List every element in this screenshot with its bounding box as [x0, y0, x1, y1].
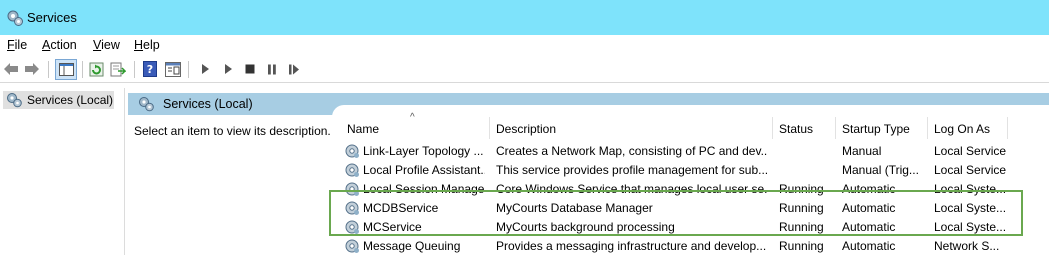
service-startup-type: Manual (Trig... [842, 163, 919, 177]
toolbar-separator [134, 61, 135, 78]
menu-view[interactable]: View [93, 38, 120, 52]
service-gear-icon [345, 182, 359, 196]
properties-icon[interactable] [164, 60, 182, 78]
title-bar: Services [0, 0, 1049, 35]
service-name: MCDBService [363, 201, 439, 215]
service-name: Link-Layer Topology ... [363, 144, 484, 158]
service-description: MyCourts Database Manager [496, 201, 653, 215]
service-log-on-as: Local Service [934, 163, 1007, 177]
service-log-on-as: Local Syste... [934, 182, 1007, 196]
service-name: MCService [363, 220, 422, 234]
refresh-icon[interactable] [87, 60, 105, 78]
menu-bar: File Action View Help [0, 35, 1049, 57]
column-header-log-on-as[interactable]: Log On As [934, 122, 990, 136]
help-icon[interactable]: ? [141, 60, 159, 78]
service-startup-type: Automatic [842, 220, 896, 234]
service-status: Running [779, 220, 824, 234]
column-header-name[interactable]: Name [347, 122, 379, 136]
service-status: Running [779, 239, 824, 253]
service-log-on-as: Network S... [934, 239, 1000, 253]
service-row[interactable]: MCDBService MyCourts Database Manager Ru… [340, 199, 1040, 218]
tree-item-label: Services (Local) [27, 93, 114, 107]
services-gear-icon [7, 93, 22, 108]
column-divider[interactable] [835, 117, 836, 139]
pause-service-icon[interactable] [263, 60, 281, 78]
toolbar-separator [82, 61, 83, 78]
service-log-on-as: Local Syste... [934, 201, 1007, 215]
toolbar-separator [48, 61, 49, 78]
service-description: Core Windows Service that manages local … [496, 182, 768, 196]
service-status: Running [779, 201, 824, 215]
description-hint: Select an item to view its description. [134, 124, 331, 138]
service-description: MyCourts background processing [496, 220, 675, 234]
column-divider[interactable] [927, 117, 928, 139]
service-row[interactable]: Link-Layer Topology ... Creates a Networ… [340, 142, 1040, 161]
service-startup-type: Manual [842, 144, 882, 158]
start-service-icon[interactable] [196, 60, 214, 78]
service-gear-icon [345, 201, 359, 215]
console-tree: Services (Local) [0, 88, 125, 255]
svg-text:?: ? [147, 63, 153, 76]
sort-ascending-icon: ^ [410, 112, 415, 123]
column-divider[interactable] [772, 117, 773, 139]
services-gear-icon [139, 97, 154, 112]
start-service-alt-icon[interactable] [219, 60, 237, 78]
service-gear-icon [345, 239, 359, 253]
column-header-startup-type[interactable]: Startup Type [842, 122, 910, 136]
service-name: Local Profile Assistant... [363, 163, 485, 177]
column-divider[interactable] [489, 117, 490, 139]
window-title: Services [27, 10, 77, 25]
menu-file[interactable]: File [7, 38, 27, 52]
service-status: Running [779, 182, 824, 196]
service-name: Message Queuing [363, 239, 461, 253]
description-pane: Select an item to view its description. [128, 115, 332, 255]
service-log-on-as: Local Syste... [934, 220, 1007, 234]
service-row[interactable]: Local Session Manager Core Windows Servi… [340, 180, 1040, 199]
toolbar: ? [0, 57, 1049, 83]
menu-action[interactable]: Action [42, 38, 77, 52]
back-arrow-icon[interactable] [2, 60, 20, 78]
stop-service-icon[interactable] [241, 60, 259, 78]
tree-item-services-local[interactable]: Services (Local) [3, 91, 114, 109]
service-log-on-as: Local Service [934, 144, 1007, 158]
service-startup-type: Automatic [842, 239, 896, 253]
service-gear-icon [345, 220, 359, 234]
restart-service-icon[interactable] [285, 60, 303, 78]
column-header-status[interactable]: Status [779, 122, 813, 136]
forward-arrow-icon[interactable] [23, 60, 41, 78]
services-gear-icon [7, 10, 23, 26]
service-row[interactable]: Local Profile Assistant... This service … [340, 161, 1040, 180]
service-name: Local Session Manager [363, 182, 485, 196]
toolbar-separator [188, 61, 189, 78]
service-gear-icon [345, 144, 359, 158]
service-description: This service provides profile management… [496, 163, 768, 177]
service-startup-type: Automatic [842, 201, 896, 215]
export-list-icon[interactable] [109, 60, 127, 78]
service-row[interactable]: MCService MyCourts background processing… [340, 218, 1040, 237]
service-startup-type: Automatic [842, 182, 896, 196]
menu-help[interactable]: Help [134, 38, 160, 52]
service-description: Creates a Network Map, consisting of PC … [496, 144, 768, 158]
panel-title: Services (Local) [163, 97, 253, 111]
console-tree-icon[interactable] [55, 59, 77, 80]
service-row[interactable]: Message Queuing Provides a messaging inf… [340, 237, 1040, 256]
column-header-description[interactable]: Description [496, 122, 556, 136]
column-divider[interactable] [1007, 117, 1008, 139]
service-gear-icon [345, 163, 359, 177]
service-description: Provides a messaging infrastructure and … [496, 239, 767, 253]
